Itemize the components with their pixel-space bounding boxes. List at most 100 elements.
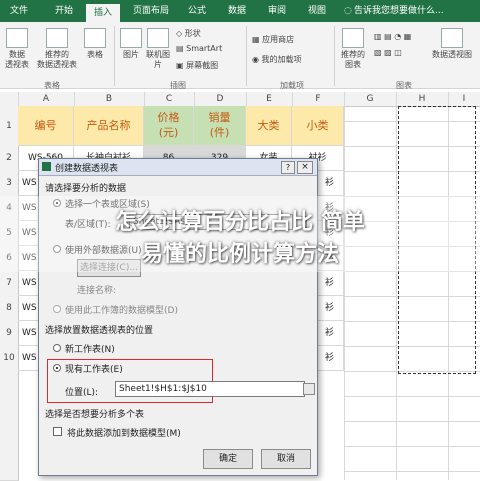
tell-me-box[interactable]: 告诉我您想要做什么... <box>354 0 472 22</box>
section-multi-table: 选择是否想要分析多个表 <box>45 410 145 420</box>
column-header-h[interactable]: H <box>396 92 449 106</box>
tab-home[interactable]: 开始 <box>44 0 84 22</box>
tab-view[interactable]: 视图 <box>302 0 332 22</box>
tab-file[interactable]: 文件 <box>4 0 34 22</box>
group-label-charts: 图表 <box>396 81 412 90</box>
online-picture-label: 联机图片 <box>146 50 170 69</box>
smartart-button[interactable]: ▤ SmartArt <box>176 44 222 53</box>
row-header-1[interactable]: 1 <box>0 106 19 147</box>
recommended-pivot-icon <box>46 28 68 48</box>
column-header-a[interactable]: A <box>18 92 75 106</box>
cell-f3[interactable]: 衫 <box>316 171 344 196</box>
picture-icon <box>120 28 142 48</box>
header-cell-product[interactable]: 产品名称 <box>74 106 144 146</box>
pivot-table-icon <box>6 28 28 48</box>
ribbon-tab-bar: 文件 开始 插入 页面布局 公式 数据 审阅 视图 ◌ 告诉我您想要做什么... <box>0 0 480 22</box>
column-header-e[interactable]: E <box>246 92 293 106</box>
pivot-chart-label: 数据透视图 <box>432 50 472 59</box>
cell-f7[interactable]: 衫 <box>316 271 344 296</box>
row-header-blank <box>0 371 19 481</box>
group-label-illustrations: 插图 <box>170 81 186 90</box>
group-separator <box>246 26 247 86</box>
row-header-9[interactable]: 9 <box>0 321 19 347</box>
chart-types-icon[interactable]: ▧ ▨ ◫ <box>374 48 402 57</box>
radio-existing-sheet[interactable] <box>53 364 61 372</box>
screenshot-icon: ▣ <box>176 61 187 70</box>
radio-new-sheet[interactable] <box>53 344 61 352</box>
group-separator <box>114 26 115 86</box>
location-label: 位置(L): <box>65 388 99 398</box>
column-header-c[interactable]: C <box>144 92 195 106</box>
header-cell-sales[interactable]: 销量 (件) <box>194 106 246 146</box>
group-label-addins: 加载项 <box>280 81 304 90</box>
screenshot-label: 屏幕截图 <box>186 61 219 70</box>
tab-formulas[interactable]: 公式 <box>182 0 212 22</box>
group-label-tables: 表格 <box>44 81 60 90</box>
row-header-2[interactable]: 2 <box>0 146 19 172</box>
add-to-model-label: 将此数据添加到数据模型(M) <box>67 429 181 439</box>
header-cell-category[interactable]: 大类 <box>246 106 292 146</box>
picture-button[interactable]: 图片 <box>118 28 144 60</box>
table-icon <box>84 28 106 48</box>
column-header-i[interactable]: I <box>448 92 480 106</box>
column-header-g[interactable]: G <box>344 92 397 106</box>
app-store-button[interactable]: ▦ 应用商店 <box>252 34 294 45</box>
screenshot-button[interactable]: ▣ 屏幕截图 <box>176 60 218 71</box>
location-input[interactable]: Sheet1!$H$1:$J$10 <box>115 381 305 397</box>
table-button[interactable]: 表格 <box>82 28 108 60</box>
radio-data-model[interactable] <box>53 305 61 313</box>
select-all-corner[interactable] <box>0 92 19 106</box>
column-header-b[interactable]: B <box>74 92 145 106</box>
online-picture-icon <box>147 28 169 48</box>
column-header-f[interactable]: F <box>292 92 345 106</box>
headline-line1: 怎么计算百分比占比 简单 <box>115 210 365 235</box>
connection-name-label: 连接名称: <box>77 286 117 296</box>
recommended-charts-label: 推荐的 图表 <box>341 50 365 69</box>
cell-f8[interactable]: 衫 <box>316 296 344 321</box>
header-cell-id[interactable]: 编号 <box>18 106 74 146</box>
recommended-pivot-label: 推荐的 数据透视表 <box>37 50 77 69</box>
close-icon[interactable]: × <box>297 161 313 174</box>
recommended-pivot-button[interactable]: 推荐的 数据透视表 <box>34 28 80 70</box>
pivot-chart-button[interactable]: 数据透视图 <box>426 28 478 60</box>
headline-line2: 易懂的比例计算方法 <box>140 242 339 267</box>
radio-existing-sheet-label: 现有工作表(E) <box>65 365 123 375</box>
smartart-icon: ▤ <box>176 44 187 53</box>
radio-data-model-label: 使用此工作簿的数据模型(D) <box>65 306 178 316</box>
dialog-title: 创建数据透视表 <box>55 164 119 174</box>
tab-page-layout[interactable]: 页面布局 <box>126 0 176 22</box>
row-header-10[interactable]: 10 <box>0 346 19 372</box>
column-header-d[interactable]: D <box>194 92 247 106</box>
section-location: 选择放置数据透视表的位置 <box>45 326 154 336</box>
recommended-charts-icon <box>342 28 364 48</box>
cell-f10[interactable]: 衫 <box>316 346 344 371</box>
row-header-8[interactable]: 8 <box>0 296 19 322</box>
row-header-7[interactable]: 7 <box>0 271 19 297</box>
cancel-button[interactable]: 取消 <box>261 449 311 469</box>
online-picture-button[interactable]: 联机图片 <box>146 28 170 70</box>
my-addins-label: 我的加载项 <box>261 55 302 64</box>
picture-label: 图片 <box>123 50 139 59</box>
radio-new-sheet-label: 新工作表(N) <box>65 345 115 355</box>
recommended-charts-button[interactable]: 推荐的 图表 <box>336 28 370 70</box>
location-picker-icon[interactable] <box>303 383 315 395</box>
help-icon[interactable]: ? <box>281 161 295 174</box>
pivot-table-button[interactable]: 数据 透视表 <box>2 28 32 70</box>
add-to-model-checkbox[interactable] <box>53 427 62 436</box>
row-header-3[interactable]: 3 <box>0 171 19 197</box>
shapes-button[interactable]: ◇ 形状 <box>176 28 201 39</box>
ok-button[interactable]: 确定 <box>203 449 253 469</box>
tab-review[interactable]: 审阅 <box>262 0 292 22</box>
pivot-table-label: 数据 透视表 <box>5 50 29 69</box>
cell-f9[interactable]: 衫 <box>316 321 344 346</box>
tab-insert[interactable]: 插入 <box>86 4 120 22</box>
my-addins-button[interactable]: ◉ 我的加载项 <box>252 54 302 65</box>
pivot-chart-icon <box>441 28 463 48</box>
header-cell-price[interactable]: 价格 (元) <box>144 106 194 146</box>
chart-types-icon[interactable]: ▥ ▤ ◔ ▦ <box>374 32 411 41</box>
header-cell-subcategory[interactable]: 小类 <box>292 106 344 146</box>
app-store-label: 应用商店 <box>262 35 295 44</box>
smartart-label: SmartArt <box>186 44 223 53</box>
tab-data[interactable]: 数据 <box>222 0 252 22</box>
shapes-icon: ◇ <box>176 29 185 38</box>
